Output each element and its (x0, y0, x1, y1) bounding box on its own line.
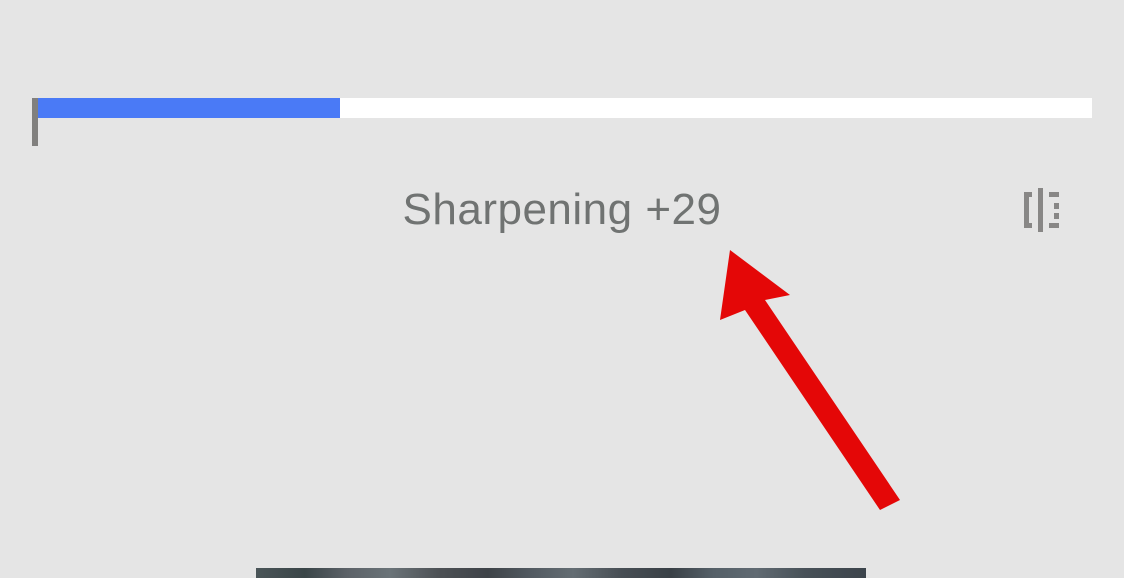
sharpening-slider[interactable] (32, 98, 1092, 148)
image-preview (256, 568, 866, 578)
slider-value-label: Sharpening +29 (403, 185, 722, 235)
slider-fill (36, 98, 340, 118)
annotation-arrow-icon (700, 240, 920, 510)
slider-start-marker (32, 98, 38, 146)
slider-label-row: Sharpening +29 (0, 180, 1124, 240)
compare-split-icon[interactable] (1012, 188, 1068, 232)
